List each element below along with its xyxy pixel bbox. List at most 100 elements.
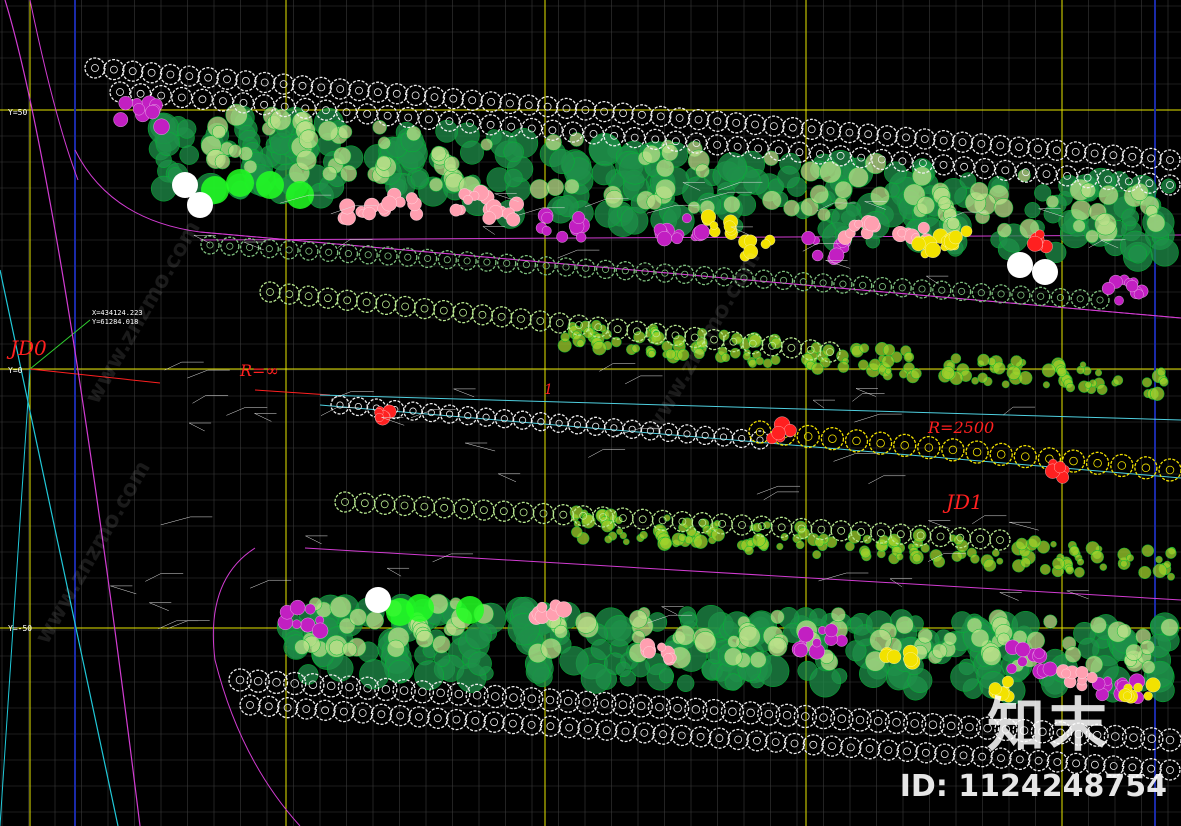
leader-line [453, 388, 475, 398]
flower-cluster-icon [694, 224, 710, 240]
leader-line [254, 413, 272, 422]
leader-line [160, 516, 191, 526]
cad-canvas[interactable]: Y=50 Y=0 Y=-50 X=434124.223 Y=61284.018 … [0, 0, 1181, 826]
leader-line [192, 395, 207, 404]
tree-symbol-icon [852, 436, 861, 446]
tree-symbol-icon [464, 710, 486, 732]
tree-symbol-icon [291, 75, 314, 97]
shrub-light-mass [783, 199, 800, 217]
flower-cluster-icon [1061, 668, 1071, 679]
shrub-light-mass [296, 149, 317, 171]
shrub-light-mass [687, 201, 701, 214]
shrub-light-mass [432, 635, 451, 654]
shrub-mass [460, 140, 484, 165]
tree-symbol-icon [936, 532, 945, 541]
tree-symbol-icon [323, 294, 332, 303]
leader-line [661, 606, 678, 615]
flower-cluster-icon [1126, 280, 1139, 293]
tree-symbol-icon [344, 250, 352, 258]
tree-symbol-icon [555, 97, 578, 120]
shrub-light-mass [661, 144, 679, 162]
tree-symbol-icon [1035, 163, 1058, 185]
tree-symbol-icon [430, 93, 439, 101]
tree-symbol-icon [614, 720, 637, 743]
tree-symbol-icon [754, 144, 763, 153]
tree-symbol-icon [820, 427, 845, 451]
lawn-strip [795, 540, 805, 550]
shrub-light-mass [1072, 219, 1086, 233]
leader-line [557, 249, 578, 259]
lawn-strip [752, 522, 763, 533]
shrub-light-mass [569, 132, 584, 147]
shrub-mass [503, 141, 524, 163]
tree-symbol-icon [239, 237, 260, 258]
red-ref-line [254, 389, 331, 396]
lawn-strip [686, 526, 697, 537]
lawn-strip [1159, 377, 1169, 387]
axis-label-y-mid: Y=0 [8, 366, 23, 375]
tree-symbol-icon [378, 246, 398, 266]
flower-cluster-icon [312, 622, 329, 639]
tree-symbol-icon [965, 722, 974, 732]
watermark-id: ID: 1124248754 [899, 769, 1167, 804]
tree-symbol-icon [497, 312, 506, 321]
shrub-light-mass [212, 124, 226, 139]
shrub-light-mass [605, 190, 624, 209]
tree-symbol-icon [177, 93, 186, 102]
shrub-light-mass [629, 609, 648, 629]
tree-symbol-icon [476, 407, 496, 427]
shrub-light-mass [529, 179, 550, 200]
tree-symbol-icon [706, 134, 728, 156]
tree-symbol-icon [584, 725, 592, 733]
shrub-light-mass [365, 611, 384, 630]
tree-symbol-icon [423, 86, 446, 108]
flower-cluster-icon [118, 96, 133, 111]
tree-symbol-icon [258, 695, 280, 717]
shrub-light-mass [1094, 213, 1117, 236]
bright-shrub [456, 596, 484, 624]
lawn-strip [860, 547, 871, 559]
tree-symbol-icon [1090, 149, 1099, 158]
lawn-strip [1099, 563, 1108, 571]
shrub-light-mass [727, 635, 741, 649]
tree-symbol-icon [969, 528, 991, 550]
tree-symbol-icon [502, 712, 524, 735]
tree-symbol-icon [510, 308, 532, 330]
leader-line [187, 369, 208, 379]
tree-symbol-icon [589, 129, 598, 138]
tree-symbol-icon [787, 343, 796, 352]
tree-symbol-icon [317, 83, 326, 92]
tree-symbol-icon [483, 258, 491, 266]
tree-symbol-icon [750, 430, 770, 450]
lawn-strip [592, 341, 607, 356]
flower-cluster-icon [541, 211, 554, 224]
tree-symbol-icon [746, 708, 755, 718]
tree-symbol-icon [235, 70, 257, 92]
tree-symbol-icon [621, 267, 629, 275]
tree-symbol-icon [845, 128, 854, 137]
tree-symbol-icon [517, 314, 525, 323]
tree-symbol-icon [206, 241, 214, 249]
tree-symbol-icon [846, 743, 855, 752]
lawn-strip [659, 536, 673, 550]
flower-cluster-icon [917, 221, 930, 234]
tree-symbol-icon [1017, 291, 1025, 299]
shrub-light-mass [996, 222, 1012, 238]
shrub-light-mass [834, 196, 848, 211]
flower-cluster-icon [682, 213, 692, 224]
tree-symbol-icon [844, 429, 869, 453]
tree-symbol-icon [577, 718, 599, 740]
tree-symbol-icon [602, 726, 611, 735]
tree-symbol-icon [641, 268, 649, 276]
tree-symbol-icon [1056, 294, 1064, 302]
leader-line [868, 475, 884, 485]
lawn-strip [604, 535, 613, 544]
tree-symbol-icon [436, 688, 445, 698]
tree-symbol-icon [840, 736, 862, 759]
tree-symbol-icon [562, 104, 571, 113]
tree-symbol-icon [618, 700, 628, 709]
tree-symbol-icon [668, 107, 691, 129]
tree-symbol-icon [110, 65, 118, 74]
tree-symbol-icon [958, 287, 966, 295]
tree-symbol-icon [301, 104, 310, 113]
